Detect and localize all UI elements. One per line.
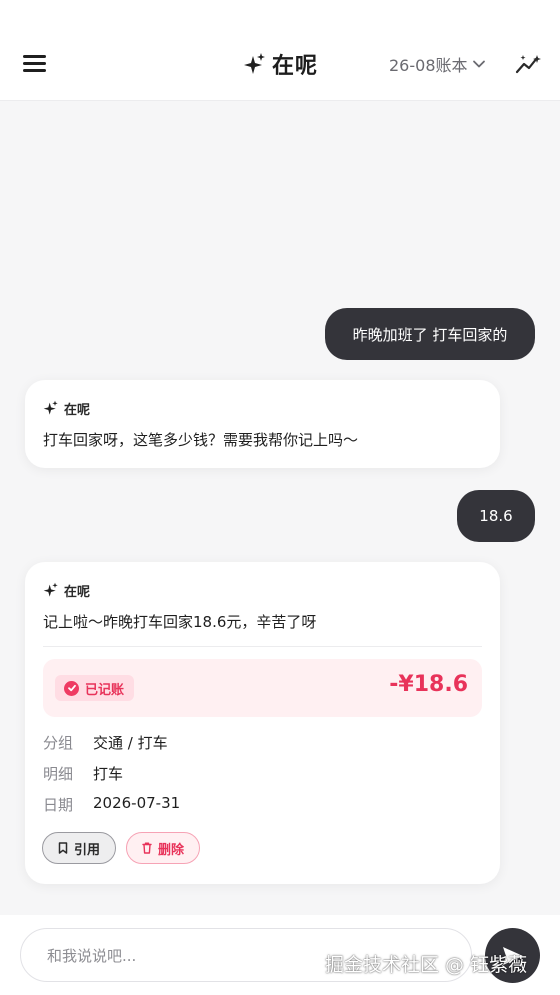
assistant-message-card: 在呢 打车回家呀，这笔多少钱？需要我帮你记上吗～ [25,380,500,468]
ledger-label: 26-08账本 [389,56,468,75]
record-summary: 已记账 -¥18.6 [43,659,482,717]
assistant-message-text: 记上啦～昨晚打车回家18.6元，辛苦了呀 [43,613,317,631]
field-value: 打车 [93,765,124,783]
trash-icon [142,842,152,854]
app-title-group: 在呢 [244,48,318,80]
page-title: 在呢 [272,54,319,79]
assistant-header: 在呢 [43,398,482,418]
user-message-bubble: 18.6 [457,490,535,542]
watermark: 掘金技术社区 @ 钰紫薇 [325,954,528,976]
delete-button-label: 删除 [157,842,184,858]
bookmark-icon [58,842,68,854]
assistant-name: 在呢 [64,584,91,600]
user-message-text: 18.6 [479,507,513,525]
trend-chart-icon[interactable] [515,52,543,76]
user-message-bubble: 昨晚加班了 打车回家的 [325,308,535,360]
record-field-date: 日期 2026-07-31 [43,794,180,815]
quote-button[interactable]: 引用 [42,832,116,864]
user-message-text: 昨晚加班了 打车回家的 [352,325,508,344]
hamburger-menu-icon[interactable] [22,53,48,73]
record-field-group: 分组 交通 / 打车 [43,732,168,753]
field-label: 日期 [43,796,74,814]
assistant-name: 在呢 [64,402,91,418]
sparkle-icon [43,582,58,597]
field-label: 分组 [43,734,74,752]
field-value: 交通 / 打车 [93,734,168,752]
sparkle-icon [244,53,265,74]
record-field-detail: 明细 打车 [43,763,123,784]
divider [43,646,482,647]
chevron-down-icon [472,60,485,68]
delete-button[interactable]: 删除 [126,832,200,864]
field-label: 明细 [43,765,74,783]
badge-label: 已记账 [85,682,125,698]
assistant-record-card: 在呢 记上啦～昨晚打车回家18.6元，辛苦了呀 已记账 -¥18.6 分组 交通… [25,562,500,884]
field-value: 2026-07-31 [93,794,181,812]
app-header: 在呢 26-08账本 [0,0,560,101]
record-amount: -¥18.6 [389,672,468,697]
quote-button-label: 引用 [73,842,100,858]
check-circle-icon [64,680,79,696]
assistant-message-text: 打车回家呀，这笔多少钱？需要我帮你记上吗～ [43,431,359,449]
assistant-header: 在呢 [43,580,482,600]
recorded-badge: 已记账 [55,675,135,701]
ledger-selector[interactable]: 26-08账本 [389,52,486,76]
sparkle-icon [43,400,58,415]
